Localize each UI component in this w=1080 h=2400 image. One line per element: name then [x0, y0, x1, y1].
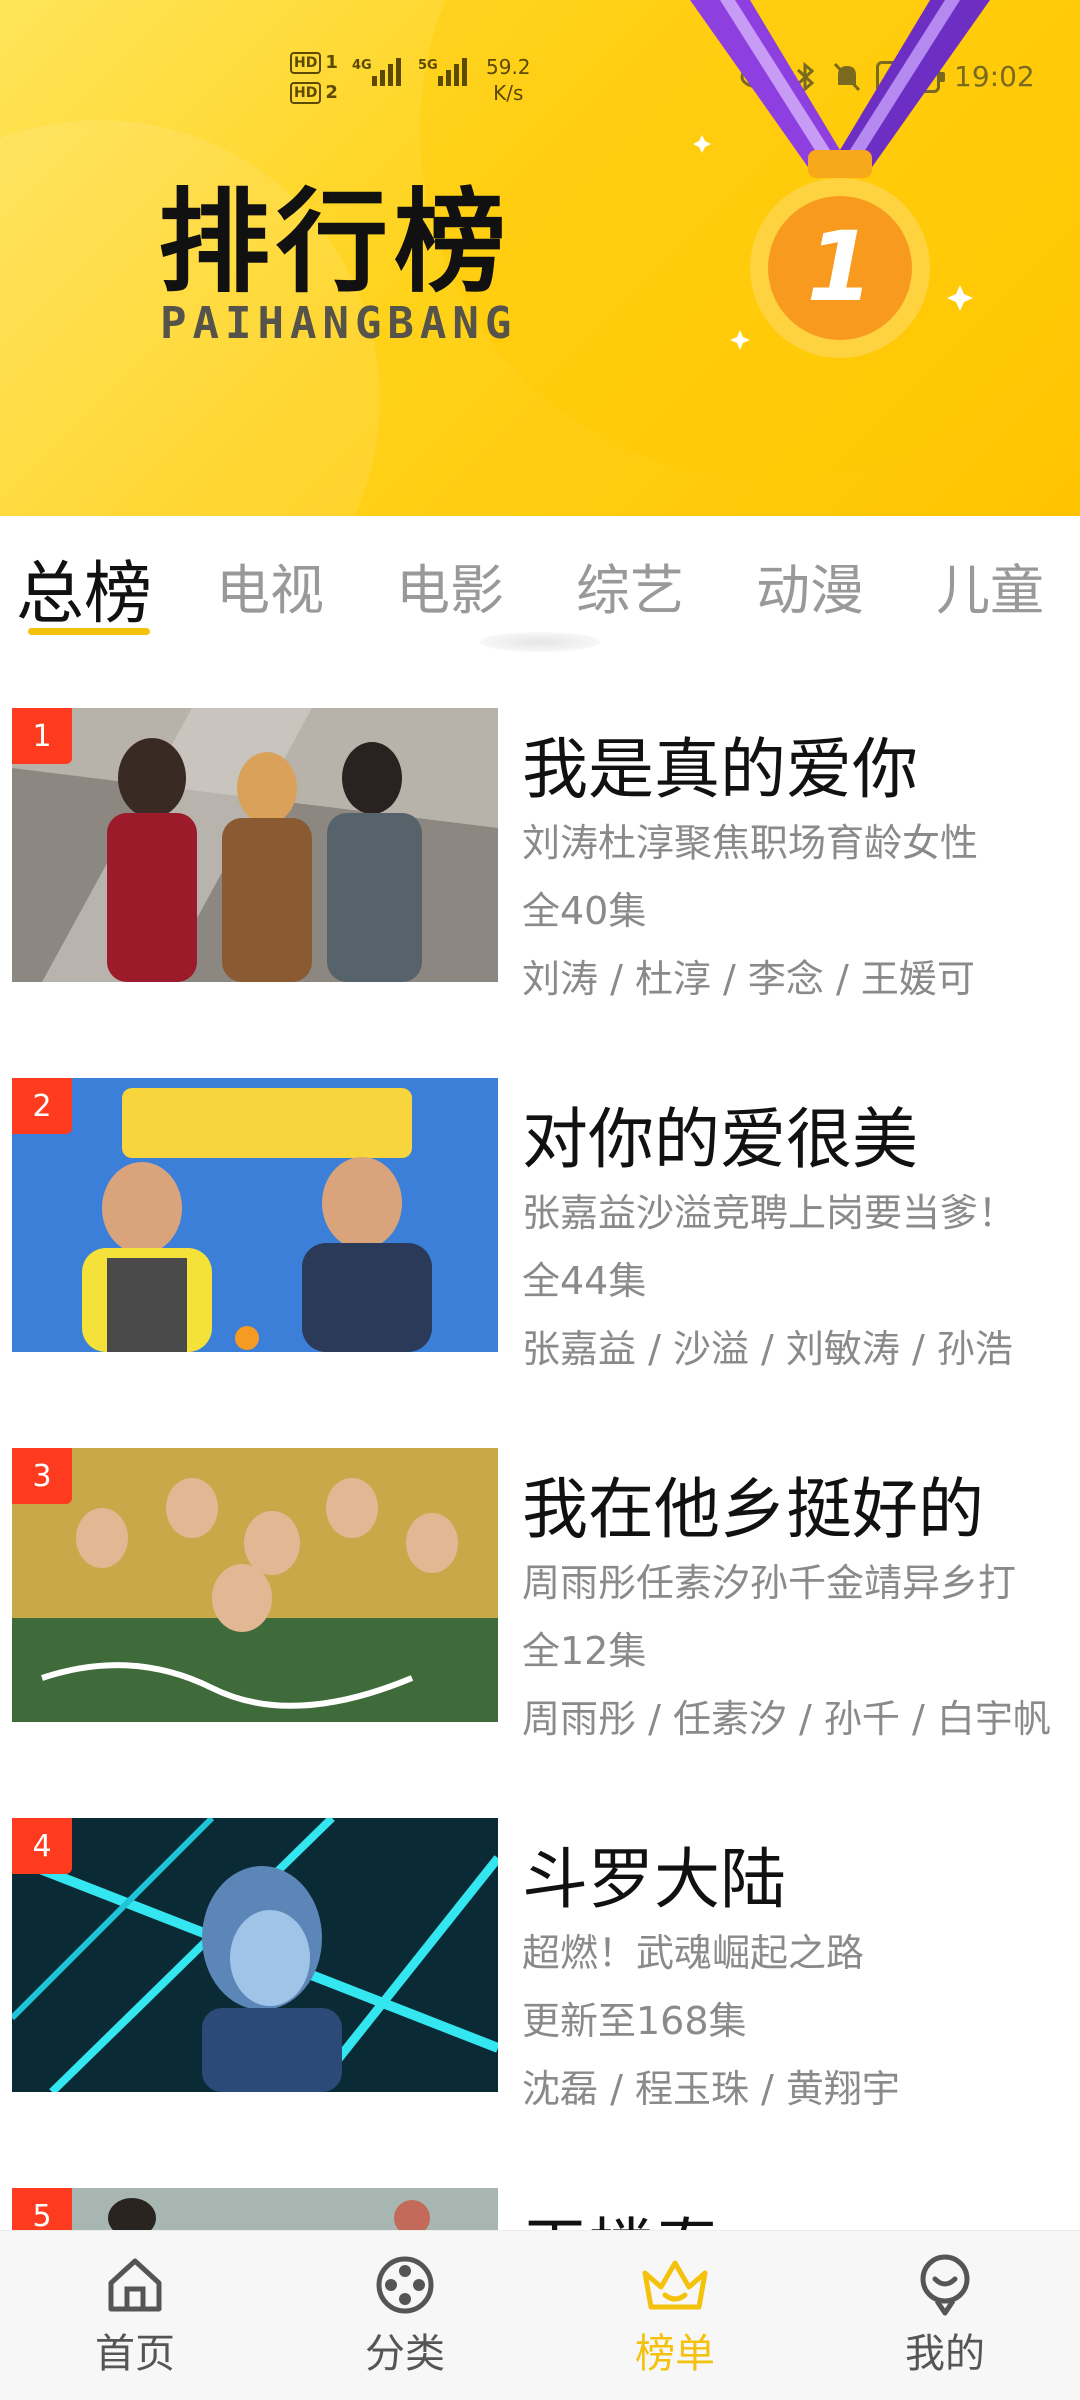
tab-movie[interactable]: 电影 [396, 546, 504, 625]
rank-badge: 4 [12, 1818, 72, 1874]
poster-image [12, 708, 498, 982]
user-icon [920, 2254, 970, 2316]
nav-home[interactable]: 首页 [0, 2231, 270, 2400]
home-icon [108, 2258, 162, 2312]
item-cast: 张嘉益 / 沙溢 / 刘敏涛 / 孙浩 [522, 1327, 1013, 1371]
tab-kids[interactable]: 儿童 [936, 546, 1044, 625]
bottom-navigation: 首页 分类 榜单 我的 [0, 2230, 1080, 2400]
rank-badge: 1 [12, 708, 72, 764]
network-type-5g: 5G [418, 58, 438, 73]
poster-image [12, 1448, 498, 1722]
category-tabs: 总榜 电视 电影 综艺 动漫 儿童 [0, 516, 1080, 652]
nav-category[interactable]: 分类 [270, 2231, 540, 2400]
signal-strength-icon [372, 58, 401, 86]
item-title[interactable]: 斗罗大陆 [522, 1826, 786, 1922]
item-cast: 刘涛 / 杜淳 / 李念 / 王媛可 [522, 957, 975, 1001]
tab-overall[interactable]: 总榜 [16, 538, 152, 637]
list-item[interactable]: 4 斗罗大陆 超燃！武魂崛起之路 更新至168集 沈磊 / 程玉珠 / 黄翔宇 [0, 1810, 1080, 2111]
poster-thumbnail[interactable]: 1 [12, 708, 498, 982]
nav-label: 榜单 [635, 2331, 715, 2377]
item-cast: 沈磊 / 程玉珠 / 黄翔宇 [522, 2067, 900, 2111]
tab-scroll-shadow [480, 632, 600, 652]
list-item[interactable]: 2 对你的爱很美 张嘉益沙溢竞聘上岗要当爹！ 全44集 张嘉益 / 沙溢 / 刘… [0, 1070, 1080, 1371]
medal-number: 1 [807, 211, 874, 323]
film-reel-icon [376, 2256, 434, 2314]
hd-indicator: HD 1 HD 2 [290, 48, 338, 108]
nav-mine[interactable]: 我的 [810, 2231, 1080, 2400]
item-episodes: 全44集 [522, 1259, 647, 1303]
tab-tv[interactable]: 电视 [216, 546, 324, 625]
page-subtitle: PAIHANGBANG [160, 298, 518, 349]
active-tab-indicator [28, 628, 150, 635]
page-title: 排行榜 [158, 178, 512, 308]
item-description: 张嘉益沙溢竞聘上岗要当爹！ [522, 1191, 1017, 1235]
rank-badge: 3 [12, 1448, 72, 1504]
list-item[interactable]: 3 我在他乡挺好的 周雨彤任素汐孙千金靖异乡打 全12集 周雨彤 / 任素汐 /… [0, 1440, 1080, 1741]
rank-badge: 2 [12, 1078, 72, 1134]
poster-image [12, 1818, 498, 2092]
tab-anime[interactable]: 动漫 [756, 546, 864, 625]
ranking-banner: HD1 HD2 4G 5G 59.2 K/s 95 [0, 0, 1080, 516]
nav-ranking[interactable]: 榜单 [540, 2231, 810, 2400]
item-episodes: 全40集 [522, 889, 647, 933]
nav-label: 分类 [365, 2331, 445, 2377]
list-item[interactable]: 1 我是真的爱你 刘涛杜淳聚焦职场育龄女性 全40集 刘涛 / 杜淳 / 李念 … [0, 700, 1080, 1001]
item-title[interactable]: 我是真的爱你 [522, 716, 918, 812]
poster-thumbnail[interactable]: 4 [12, 1818, 498, 2092]
item-description: 超燃！武魂崛起之路 [522, 1931, 865, 1975]
item-description: 刘涛杜淳聚焦职场育龄女性 [522, 821, 979, 865]
item-episodes: 全12集 [522, 1629, 647, 1673]
poster-thumbnail[interactable]: 2 [12, 1078, 498, 1352]
item-title[interactable]: 对你的爱很美 [522, 1086, 918, 1182]
nav-label: 首页 [95, 2331, 175, 2377]
item-cast: 周雨彤 / 任素汐 / 孙千 / 白宇帆 [522, 1697, 1051, 1741]
network-speed: 59.2 K/s [486, 55, 531, 105]
signal-strength-icon [438, 58, 467, 86]
tab-variety[interactable]: 综艺 [576, 546, 684, 625]
network-type-4g: 4G [352, 58, 372, 73]
crown-icon [642, 2260, 708, 2310]
item-episodes: 更新至168集 [522, 1999, 747, 2043]
poster-thumbnail[interactable]: 3 [12, 1448, 498, 1722]
poster-image [12, 1078, 498, 1352]
gold-medal-icon: 1 [690, 0, 990, 358]
item-description: 周雨彤任素汐孙千金靖异乡打 [522, 1561, 1017, 1605]
nav-label: 我的 [905, 2331, 985, 2377]
item-title[interactable]: 我在他乡挺好的 [522, 1456, 984, 1552]
